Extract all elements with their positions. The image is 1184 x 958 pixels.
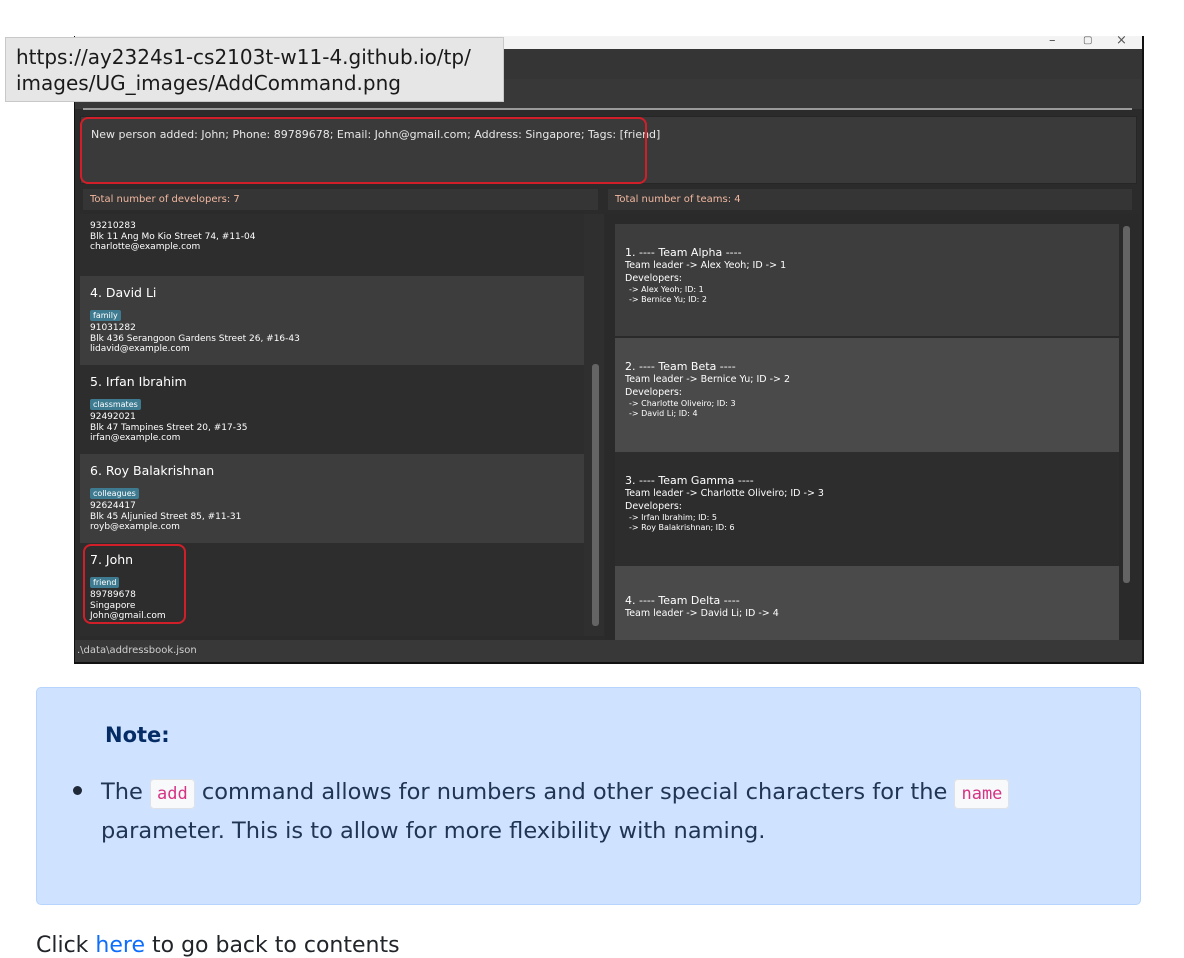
footer-text: to go back to contents — [145, 933, 400, 958]
back-to-contents: Click here to go back to contents — [36, 933, 400, 958]
person-tag: colleagues — [90, 488, 139, 499]
person-email: lidavid@example.com — [90, 344, 190, 354]
team-title: 2. ---- Team Beta ---- — [625, 360, 736, 373]
close-icon[interactable]: × — [1116, 36, 1127, 50]
note-callout: Note: The add command allows for numbers… — [36, 687, 1141, 905]
code-name: name — [954, 779, 1010, 809]
bullet-icon — [73, 786, 82, 795]
footer-text: Click — [36, 933, 96, 958]
team-leader: Team leader -> Charlotte Oliveiro; ID ->… — [625, 488, 824, 499]
person-name: 5. Irfan Ibrahim — [90, 374, 187, 389]
person-address: Blk 47 Tampines Street 20, #17-35 — [90, 422, 248, 433]
note-text: The add command allows for numbers and o… — [101, 774, 1061, 850]
team-developer: -> Irfan Ibrahim; ID: 5 — [629, 513, 717, 522]
person-card[interactable]: 93210283 Blk 11 Ang Mo Kio Street 74, #1… — [80, 214, 584, 276]
team-developers-label: Developers: — [625, 387, 683, 398]
person-phone: 91031282 — [90, 323, 136, 333]
person-email: royb@example.com — [90, 522, 180, 532]
highlight-new-person — [83, 544, 186, 624]
team-leader: Team leader -> Alex Yeoh; ID -> 1 — [625, 260, 787, 271]
person-address: Blk 45 Aljunied Street 85, #11-31 — [90, 511, 242, 522]
url-tooltip: https://ay2324s1-cs2103t-w11-4.github.io… — [5, 37, 504, 102]
person-name: 6. Roy Balakrishnan — [90, 463, 215, 478]
person-card[interactable]: 6. Roy Balakrishnan colleagues 92624417 … — [80, 454, 584, 543]
person-address: Blk 11 Ang Mo Kio Street 74, #11-04 — [90, 231, 256, 242]
person-email: charlotte@example.com — [90, 242, 201, 252]
developers-count-header: Total number of developers: 7 — [83, 189, 598, 210]
note-text-part: command allows for numbers and other spe… — [194, 779, 955, 805]
person-phone: 92492021 — [90, 412, 136, 422]
team-developer: -> David Li; ID: 4 — [629, 409, 698, 418]
status-bar: .\data\addressbook.json — [75, 640, 1142, 662]
team-developer: -> Roy Balakrishnan; ID: 6 — [629, 523, 735, 532]
person-tag: classmates — [90, 399, 141, 410]
person-email: irfan@example.com — [90, 433, 181, 443]
team-card[interactable]: 1. ---- Team Alpha ---- Team leader -> A… — [615, 224, 1119, 336]
person-card[interactable]: 5. Irfan Ibrahim classmates 92492021 Blk… — [80, 365, 584, 454]
team-developer: -> Charlotte Oliveiro; ID: 3 — [629, 399, 736, 408]
person-phone: 93210283 — [90, 221, 136, 231]
note-text-part: The — [101, 779, 150, 805]
team-title: 1. ---- Team Alpha ---- — [625, 246, 742, 259]
team-leader: Team leader -> David Li; ID -> 4 — [625, 608, 779, 619]
person-card[interactable]: 4. David Li family 91031282 Blk 436 Sera… — [80, 276, 584, 365]
person-list: 93210283 Blk 11 Ang Mo Kio Street 74, #1… — [80, 214, 604, 636]
team-card[interactable]: 2. ---- Team Beta ---- Team leader -> Be… — [615, 338, 1119, 452]
note-title: Note: — [105, 723, 170, 747]
tooltip-url-line: images/UG_images/AddCommand.png — [16, 71, 401, 95]
team-card[interactable]: 4. ---- Team Delta ---- Team leader -> D… — [615, 566, 1119, 644]
team-title: 4. ---- Team Delta ---- — [625, 594, 740, 607]
person-tag: family — [90, 310, 121, 321]
team-developers-label: Developers: — [625, 501, 683, 512]
team-developer: -> Bernice Yu; ID: 2 — [629, 295, 707, 304]
team-leader: Team leader -> Bernice Yu; ID -> 2 — [625, 374, 791, 385]
here-link[interactable]: here — [95, 933, 145, 958]
tooltip-url-line: https://ay2324s1-cs2103t-w11-4.github.io… — [16, 45, 471, 69]
person-list-scrollbar[interactable] — [592, 364, 599, 626]
team-list-scrollbar[interactable] — [1123, 226, 1130, 583]
team-card[interactable]: 3. ---- Team Gamma ---- Team leader -> C… — [615, 452, 1119, 566]
person-address: Blk 436 Serangoon Gardens Street 26, #16… — [90, 333, 300, 344]
person-name: 4. David Li — [90, 285, 157, 300]
teams-count-header: Total number of teams: 4 — [608, 189, 1132, 210]
person-phone: 92624417 — [90, 501, 136, 511]
code-add: add — [150, 779, 195, 809]
highlight-result-box — [80, 117, 647, 184]
team-list: 1. ---- Team Alpha ---- Team leader -> A… — [605, 214, 1138, 644]
note-text-part: parameter. This is to allow for more fle… — [101, 818, 766, 844]
team-developers-label: Developers: — [625, 273, 683, 284]
minimize-icon[interactable]: – — [1049, 36, 1056, 50]
maximize-icon[interactable]: ▢ — [1083, 36, 1092, 50]
team-title: 3. ---- Team Gamma ---- — [625, 474, 754, 487]
app-screenshot: – ▢ × New person added: John; Phone: 897… — [74, 36, 1144, 664]
command-underline — [83, 108, 1132, 110]
team-developer: -> Alex Yeoh; ID: 1 — [629, 285, 704, 294]
